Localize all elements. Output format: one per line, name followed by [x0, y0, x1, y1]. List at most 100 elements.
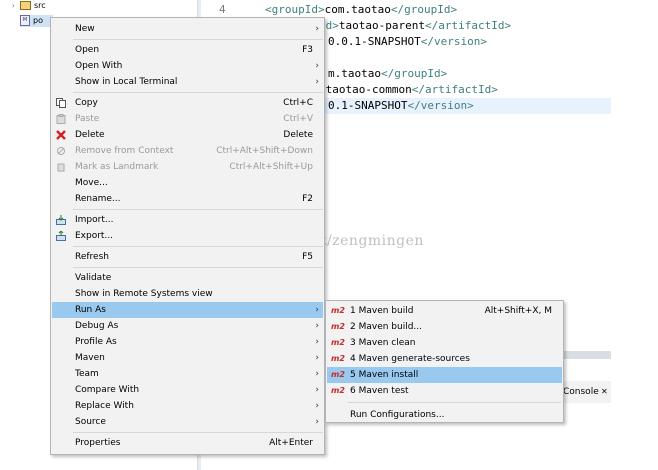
submenu-arrow-icon: ›	[315, 401, 319, 411]
menu-item-label: Show in Remote Systems view	[75, 289, 213, 299]
menu-item-label: Team	[75, 369, 99, 379]
code-line[interactable]: 0.1-SNAPSHOT</version>	[328, 98, 474, 114]
menu-item-validate[interactable]: Validate	[52, 270, 323, 286]
menu-item-team[interactable]: Team ›	[52, 366, 323, 382]
menu-item-maven[interactable]: Maven ›	[52, 350, 323, 366]
expand-arrow-icon[interactable]: ›	[12, 0, 20, 12]
menu-item-mark-as-landmark: Mark as Landmark Ctrl+Alt+Shift+Up	[52, 159, 323, 175]
menu-item-label: Remove from Context	[75, 146, 174, 156]
menu-item-open[interactable]: Open F3	[52, 42, 323, 58]
menu-item-move[interactable]: Move...	[52, 175, 323, 191]
menu-item-show-in-local-terminal[interactable]: Show in Local Terminal ›	[52, 74, 323, 90]
submenu-item-3-maven-clean[interactable]: m2 3 Maven clean	[327, 335, 562, 351]
maven-m2-icon: m2	[331, 306, 345, 315]
menu-item-compare-with[interactable]: Compare With ›	[52, 382, 323, 398]
menu-item-new[interactable]: New ›	[52, 21, 323, 37]
code-line[interactable]: >taotao-common</artifactId>	[319, 82, 498, 98]
xml-tag: </artifactId>	[424, 19, 512, 32]
menu-item-shortcut: F2	[302, 194, 313, 204]
menu-item-label: Import...	[75, 215, 114, 225]
menu-item-label: Validate	[75, 273, 112, 283]
menu-item-run-as[interactable]: Run As ›	[52, 302, 323, 318]
menu-item-delete[interactable]: Delete Delete	[52, 127, 323, 143]
code-line[interactable]: <groupId>com.taotao</groupId>	[265, 2, 457, 18]
xml-tag: </version>	[407, 99, 474, 112]
menu-item-show-in-remote-systems-view[interactable]: Show in Remote Systems view	[52, 286, 323, 302]
import-icon	[56, 215, 66, 225]
xml-text: taotao-parent	[338, 19, 425, 32]
menu-separator	[73, 246, 323, 247]
tree-item-src[interactable]: › src	[12, 0, 46, 12]
menu-item-replace-with[interactable]: Replace With ›	[52, 398, 323, 414]
menu-item-export[interactable]: Export...	[52, 228, 323, 244]
submenu-item-2-maven-build[interactable]: m2 2 Maven build...	[327, 319, 562, 335]
menu-item-shortcut: Ctrl+Alt+Shift+Up	[229, 162, 313, 172]
menu-item-shortcut: Ctrl+Alt+Shift+Down	[216, 146, 313, 156]
menu-item-rename[interactable]: Rename... F2	[52, 191, 323, 207]
code-line[interactable]: 0.0.1-SNAPSHOT</version>	[328, 34, 487, 50]
submenu-arrow-icon: ›	[315, 369, 319, 379]
menu-separator	[73, 209, 323, 210]
menu-item-open-with[interactable]: Open With ›	[52, 58, 323, 74]
close-icon[interactable]: ✕	[601, 381, 608, 403]
panel-title-bar	[560, 351, 611, 359]
menu-item-shortcut: Alt+Enter	[269, 438, 313, 448]
submenu-item-6-maven-test[interactable]: m2 6 Maven test	[327, 383, 562, 399]
menu-item-paste: Paste Ctrl+V	[52, 111, 323, 127]
submenu-arrow-icon: ›	[315, 385, 319, 395]
maven-m2-icon: m2	[331, 322, 345, 331]
folder-icon	[20, 1, 31, 10]
menu-item-label: Export...	[75, 231, 114, 241]
remove-context-icon	[56, 146, 66, 156]
menu-item-profile-as[interactable]: Profile As ›	[52, 334, 323, 350]
submenu-arrow-icon: ›	[315, 305, 319, 315]
menu-separator	[73, 92, 323, 93]
menu-item-label: Open With	[75, 61, 123, 71]
maven-m2-icon: m2	[331, 370, 345, 379]
code-line[interactable]: Id>taotao-parent</artifactId>	[319, 18, 511, 34]
submenu-item-1-maven-build[interactable]: m2 1 Maven build Alt+Shift+X, M	[327, 303, 562, 319]
xml-tag: <groupId>	[265, 3, 325, 16]
submenu-item-label: 5 Maven install	[350, 370, 419, 380]
menu-item-copy[interactable]: Copy Ctrl+C	[52, 95, 323, 111]
submenu-arrow-icon: ›	[315, 417, 319, 427]
submenu-item-5-maven-install[interactable]: m2 5 Maven install	[327, 367, 562, 383]
tree-item-label: po	[33, 16, 43, 25]
xml-text: taotao-common	[325, 83, 412, 96]
editor-overview-ruler	[611, 0, 658, 470]
menu-separator	[348, 402, 561, 403]
menu-separator	[73, 39, 323, 40]
line-number: 4	[219, 3, 226, 16]
xml-text: 0.1-SNAPSHOT	[328, 99, 408, 112]
menu-item-source[interactable]: Source ›	[52, 414, 323, 430]
menu-item-import[interactable]: Import...	[52, 212, 323, 228]
submenu-arrow-icon: ›	[315, 353, 319, 363]
xml-text: m.taotao	[328, 67, 381, 80]
submenu-arrow-icon: ›	[315, 24, 319, 34]
landmark-icon	[56, 162, 66, 172]
menu-item-debug-as[interactable]: Debug As ›	[52, 318, 323, 334]
tree-item-pom[interactable]: Mpo	[20, 15, 53, 27]
menu-item-label: New	[75, 24, 95, 34]
console-tab[interactable]: Console ✕	[560, 381, 611, 403]
delete-icon	[56, 130, 66, 140]
menu-item-label: Profile As	[75, 337, 117, 347]
submenu-arrow-icon: ›	[315, 321, 319, 331]
submenu-item-4-maven-generate-sources[interactable]: m2 4 Maven generate-sources	[327, 351, 562, 367]
maven-m2-icon: m2	[331, 386, 345, 395]
menu-item-label: Open	[75, 45, 100, 55]
menu-item-label: Rename...	[75, 194, 121, 204]
xml-text: com.taotao	[324, 3, 391, 16]
submenu-item-label: 3 Maven clean	[350, 338, 416, 348]
maven-m2-icon: m2	[331, 354, 345, 363]
menu-item-label: Paste	[75, 114, 100, 124]
console-tab-label: Console	[563, 387, 599, 397]
menu-item-shortcut: Ctrl+C	[283, 98, 313, 108]
menu-item-properties[interactable]: Properties Alt+Enter	[52, 435, 323, 451]
submenu-arrow-icon: ›	[315, 61, 319, 71]
submenu-item-run-configurations[interactable]: Run Configurations...	[327, 407, 562, 423]
code-line[interactable]: m.taotao</groupId>	[328, 66, 447, 82]
menu-item-refresh[interactable]: Refresh F5	[52, 249, 323, 265]
xml-tag: </groupId>	[380, 67, 448, 80]
menu-item-label: Run As	[75, 305, 106, 315]
